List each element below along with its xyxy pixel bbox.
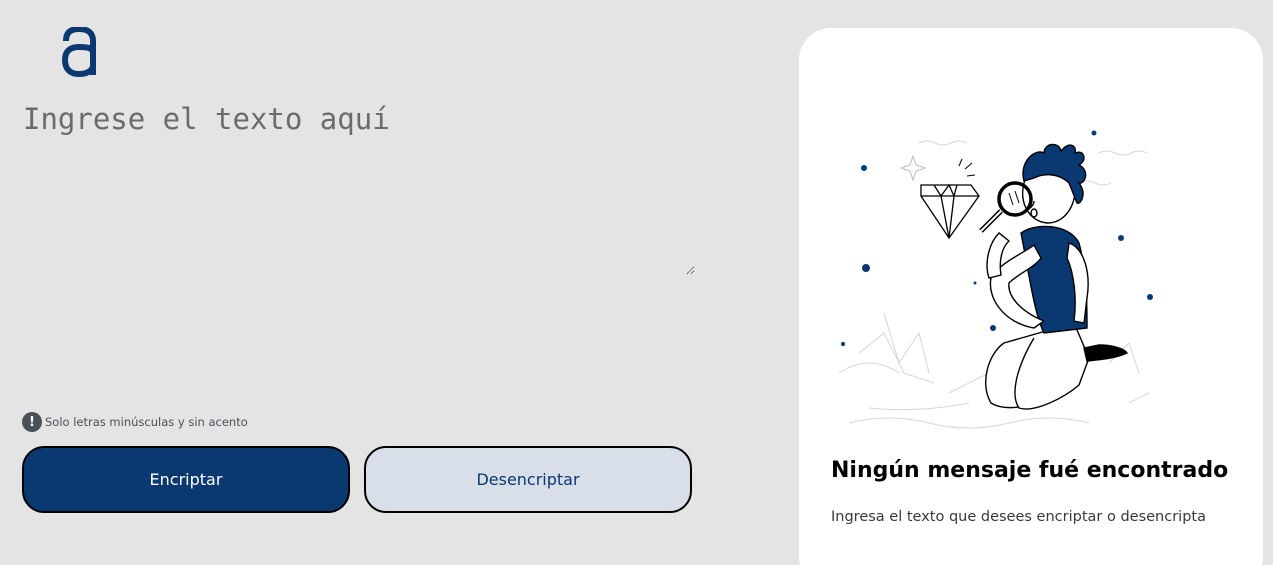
message-input[interactable] xyxy=(20,95,695,275)
person-magnifying-glass-illustration xyxy=(838,130,1153,429)
page: ! Solo letras minúsculas y sin acento En… xyxy=(0,0,1273,565)
input-hint: ! Solo letras minúsculas y sin acento xyxy=(22,412,248,432)
hint-text: Solo letras minúsculas y sin acento xyxy=(45,415,248,429)
output-title: Ningún mensaje fué encontrado xyxy=(831,458,1229,483)
exclamation-icon: ! xyxy=(22,412,42,432)
output-panel: Ningún mensaje fué encontrado Ingresa el… xyxy=(799,28,1263,565)
alura-logo-icon[interactable] xyxy=(62,27,96,77)
encrypt-button[interactable]: Encriptar xyxy=(22,446,350,513)
output-subtitle: Ingresa el texto que desees encriptar o … xyxy=(831,509,1206,525)
decrypt-button[interactable]: Desencriptar xyxy=(364,446,692,513)
